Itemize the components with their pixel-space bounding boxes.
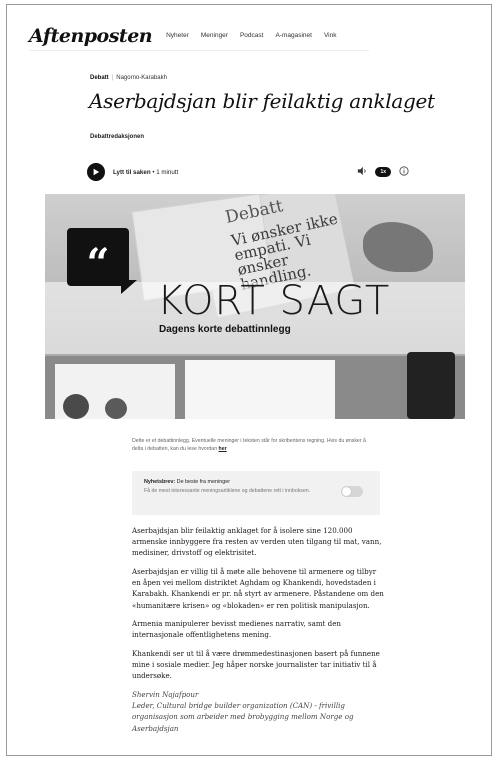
audio-duration: • 1 minutt [150,168,179,176]
newsletter-toggle[interactable] [341,486,363,497]
audio-controls: 1x [357,163,409,181]
quote-mark: “ [86,240,110,287]
hero-image: Debatt Vi ønsker ikke empati. Vi ønsker … [45,194,465,419]
info-icon[interactable] [399,163,409,181]
volume-icon[interactable] [357,163,367,181]
newsletter-title-bold: Nyhetsbrev: [144,479,176,485]
body-paragraph: Khankendi ser ut til å være drømmedestin… [132,649,380,681]
author-name: Shervin Najafpour [132,690,199,699]
nav-links: Nyheter Meninger Podcast A-magasinet Vin… [166,32,336,39]
hero-screen-center [185,360,335,419]
nav-link-vink[interactable]: Vink [324,32,337,39]
hero-hand [363,222,433,272]
article-byline[interactable]: Debattredaksjonen [90,134,144,140]
hero-photo-face [63,394,89,419]
browser-page: Aftenposten Nyheter Meninger Podcast A-m… [6,4,492,756]
body-paragraph: Aserbajdsjan blir feilaktig anklaget for… [132,526,382,558]
nav-link-meninger[interactable]: Meninger [201,32,228,39]
newsletter-title-rest: De beste fra meninger [175,479,231,485]
body-paragraph: Armenia manipulerer bevisst medienes nar… [132,619,341,640]
hero-subtitle: Dagens korte debattinnlegg [159,324,291,335]
play-button[interactable] [87,163,105,181]
article-kicker: Debatt | Nagorno-Karabakh [90,75,167,81]
topic-label[interactable]: Nagorno-Karabakh [116,75,167,81]
section-label[interactable]: Debatt [90,75,109,81]
body-paragraph: Aserbajdsjan er villig til å møte alle b… [132,567,384,610]
quote-icon: “ [67,228,129,286]
audio-label-main: Lytt til saken [113,168,151,176]
play-icon [93,168,100,176]
site-logo[interactable]: Aftenposten [29,25,153,47]
debate-notice-text: Dette er et debattinnlegg. Eventuelle me… [132,438,366,452]
hero-phone [407,352,455,419]
newsletter-title: Nyhetsbrev: De beste fra meninger [144,479,230,485]
nav-link-a-magasinet[interactable]: A-magasinet [275,32,312,39]
debate-notice-link[interactable]: her [219,446,227,452]
kicker-separator: | [111,75,114,81]
audio-player: Lytt til saken • 1 minutt 1x [87,161,409,183]
newsletter-box: Nyhetsbrev: De beste fra meninger Få de … [132,471,380,515]
nav-link-podcast[interactable]: Podcast [240,32,264,39]
author-title: Leder, Cultural bridge builder organizat… [132,701,354,733]
audio-label: Lytt til saken • 1 minutt [113,169,178,176]
nav-link-nyheter[interactable]: Nyheter [166,32,189,39]
debate-notice: Dette er et debattinnlegg. Eventuelle me… [132,437,368,453]
newsletter-description: Få de mest interessante meningsartiklene… [144,488,311,494]
hero-photo-face-2 [105,398,127,419]
article-body: Aserbajdsjan blir feilaktig anklaget for… [132,525,384,734]
playback-speed-button[interactable]: 1x [375,167,391,177]
article-headline: Aserbajdsjan blir feilaktig anklaget [89,89,435,113]
quote-icon-tail [121,280,137,294]
top-navigation: Aftenposten Nyheter Meninger Podcast A-m… [29,21,369,51]
hero-title: KORT SAGT [157,278,391,324]
